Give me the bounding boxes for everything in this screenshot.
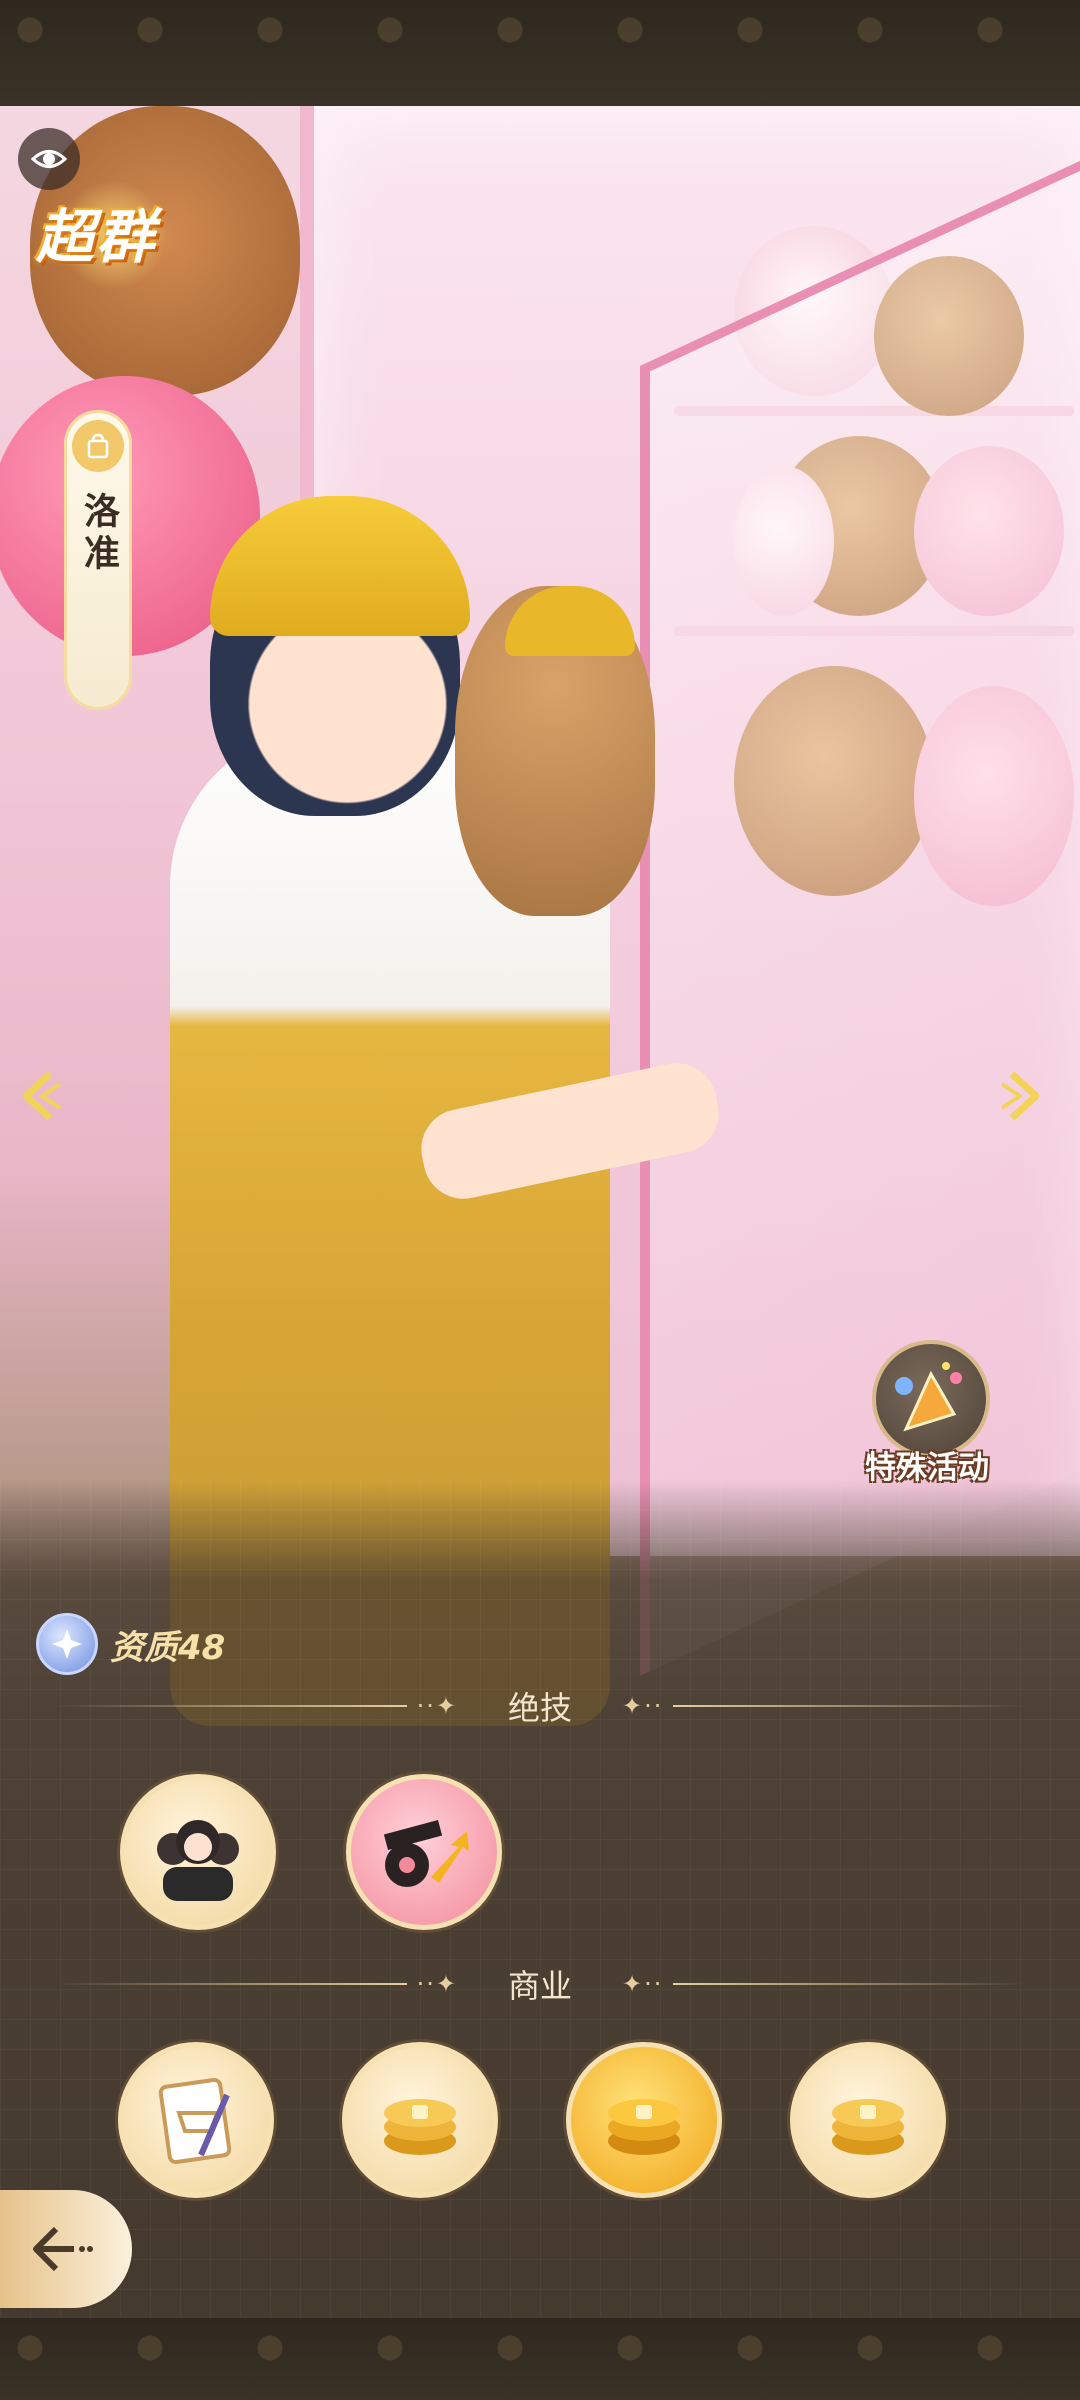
shopping-plan-icon [158,2077,232,2165]
signature-skills-header: ··✦ 绝技 ✦·· [54,1686,1027,1727]
business-skill-slot[interactable] [790,2042,946,2198]
group-portrait-icon [157,1820,239,1901]
rarity-label: 超群 [36,203,157,271]
business-skill-slot[interactable] [342,2042,498,2198]
special-event-button[interactable]: 特殊活动 [842,1330,1012,1500]
skill-slot[interactable] [120,1774,276,1930]
aptitude-value: 资质48 [110,1627,226,1668]
special-event-label: 特殊活动 [865,1450,989,1486]
shopping-bag-icon [72,420,124,472]
eye-icon [30,150,68,168]
top-status-bar [0,0,1080,106]
bottom-bar [0,2318,1080,2400]
aptitude-indicator[interactable]: 资质48 [36,1613,226,1675]
back-button[interactable] [0,2190,132,2308]
previous-character-button[interactable] [10,1066,70,1126]
chevron-right-icon [1000,1071,1040,1121]
coin-stack-icon [384,2099,456,2155]
section-title: 商业 [508,1967,573,2005]
business-skill-slot[interactable] [118,2042,274,2198]
film-production-icon [383,1820,469,1887]
compass-star-icon [36,1613,98,1675]
party-popper-icon [872,1340,990,1458]
skill-slot[interactable] [346,1774,502,1930]
toggle-ui-visibility-button[interactable] [18,128,80,190]
business-skill-slot[interactable] [566,2042,722,2198]
chevron-left-icon [22,1071,62,1121]
section-title: 绝技 [508,1689,573,1727]
character-name: 洛准 [78,492,119,576]
back-arrow-icon [33,2226,93,2272]
business-header: ··✦ 商业 ✦·· [54,1964,1027,2005]
next-character-button[interactable] [992,1066,1052,1126]
character-name-tag[interactable]: 洛准 [64,410,132,710]
coin-stack-icon [608,2099,680,2155]
coin-stack-icon [832,2099,904,2155]
